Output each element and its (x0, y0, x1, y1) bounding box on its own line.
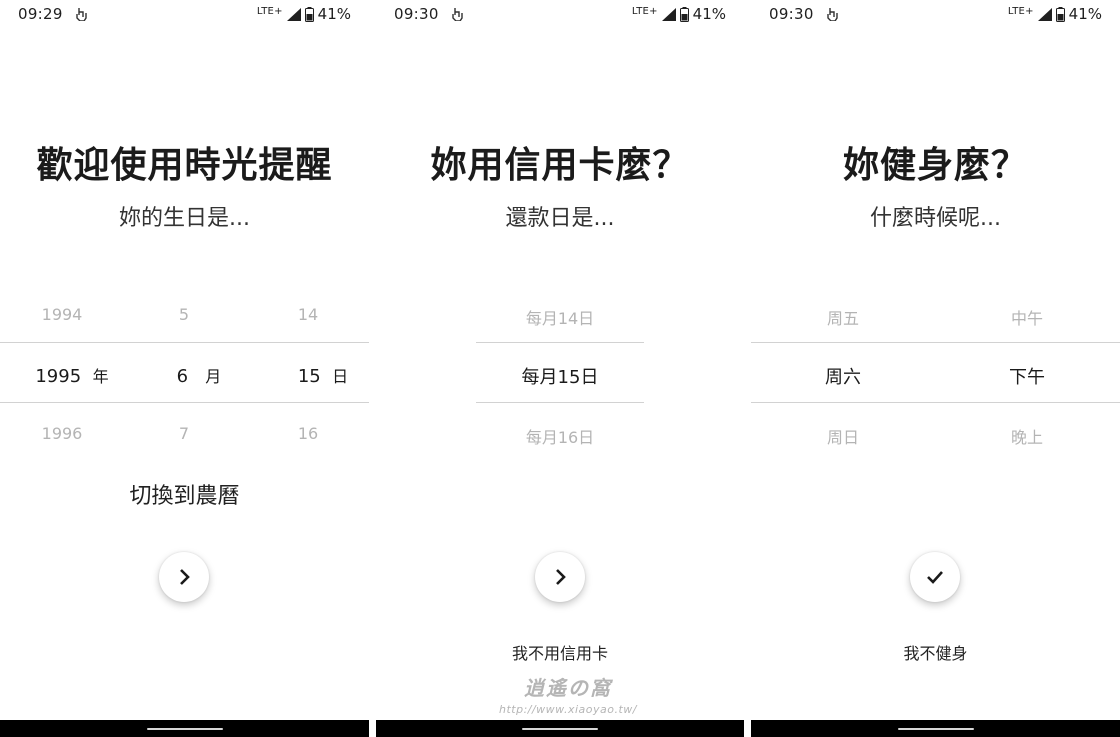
picker-option[interactable]: 晚上 (987, 424, 1067, 448)
picker-selected-period[interactable]: 下午 (987, 363, 1067, 389)
picker-divider-top (476, 342, 644, 343)
next-button[interactable] (159, 552, 209, 602)
skip-fitness-button[interactable]: 我不健身 (751, 640, 1120, 664)
screen-birthday: 09:29 LTE+ 41% 歡迎使用時光提醒 妳的生日是... 1994 19… (0, 0, 369, 737)
confirm-button[interactable] (910, 552, 960, 602)
battery-level: 41% (692, 5, 726, 23)
status-indicators: LTE+ 41% (257, 5, 351, 23)
page-title: 妳健身麼？ (842, 145, 1028, 186)
picker-selected-payment-day[interactable]: 每月15日 (376, 363, 744, 389)
status-bar: 09:30 LTE+ 41% (751, 0, 1120, 28)
picker-option[interactable]: 7 (164, 424, 204, 443)
network-type: LTE+ (631, 5, 658, 17)
battery-icon (304, 6, 314, 22)
page-subtitle: 什麼時候呢... (870, 206, 1001, 231)
picker-option[interactable]: 周五 (803, 305, 883, 329)
chevron-right-icon (556, 569, 566, 585)
page-subtitle: 妳的生日是... (119, 206, 250, 231)
signal-icon (1037, 7, 1052, 21)
status-time: 09:30 (394, 5, 439, 23)
status-time: 09:30 (769, 5, 814, 23)
touch-icon (827, 8, 838, 21)
home-pill[interactable] (146, 728, 223, 730)
picker-option[interactable]: 周日 (803, 424, 883, 448)
status-indicators: LTE+ 41% (1008, 5, 1102, 23)
picker-selected-day[interactable]: 15 日 (288, 363, 358, 387)
page-subtitle: 還款日是... (505, 206, 615, 231)
status-bar: 09:29 LTE+ 41% (0, 0, 369, 28)
status-bar: 09:30 LTE+ 41% (376, 0, 744, 28)
check-icon (927, 571, 943, 584)
picker-option[interactable]: 每月14日 (376, 305, 744, 329)
picker-option[interactable]: 5 (164, 305, 204, 324)
home-pill[interactable] (522, 728, 598, 730)
network-type: LTE+ (1007, 5, 1034, 17)
watermark: 逍遙の窩 http://www.xiaoyao.tw/ (478, 672, 658, 720)
picker-divider-bottom (0, 402, 369, 403)
battery-level: 41% (1068, 5, 1102, 23)
next-button[interactable] (535, 552, 585, 602)
picker-option[interactable]: 每月16日 (376, 424, 744, 448)
picker-option[interactable]: 1996 (22, 424, 102, 443)
picker-option[interactable]: 1994 (22, 305, 102, 324)
picker-option[interactable]: 中午 (987, 305, 1067, 329)
signal-icon (661, 7, 676, 21)
picker-selected-month[interactable]: 6 月 (164, 363, 234, 387)
picker-divider-bottom (751, 402, 1120, 403)
system-nav-bar (0, 720, 369, 737)
screen-credit-card: 09:30 LTE+ 41% 妳用信用卡麼？ 還款日是... 每月14日 每月1… (376, 0, 744, 737)
picker-divider-bottom (476, 402, 644, 403)
page-title: 歡迎使用時光提醒 (36, 145, 333, 186)
picker-selected-year[interactable]: 1995 年 (22, 363, 122, 387)
picker-divider-top (751, 342, 1120, 343)
status-time: 09:29 (18, 5, 63, 23)
touch-icon (452, 8, 463, 21)
picker-option[interactable]: 16 (288, 424, 328, 443)
battery-level: 41% (317, 5, 351, 23)
skip-credit-card-button[interactable]: 我不用信用卡 (376, 640, 744, 664)
status-indicators: LTE+ 41% (632, 5, 726, 23)
system-nav-bar (751, 720, 1120, 737)
picker-option[interactable]: 14 (288, 305, 328, 324)
network-type: LTE+ (256, 5, 283, 17)
screen-fitness: 09:30 LTE+ 41% 妳健身麼？ 什麼時候呢... 周五 周六 周日 中… (751, 0, 1120, 737)
page-title: 妳用信用卡麼？ (430, 145, 690, 186)
watermark-url: http://www.xiaoyao.tw/ (498, 703, 637, 716)
home-pill[interactable] (897, 728, 974, 730)
picker-selected-weekday[interactable]: 周六 (803, 363, 883, 389)
picker-divider-top (0, 342, 369, 343)
system-nav-bar (376, 720, 744, 737)
battery-icon (1055, 6, 1065, 22)
watermark-logo: 逍遙の窩 (524, 676, 612, 700)
chevron-right-icon (180, 569, 190, 585)
battery-icon (679, 6, 689, 22)
touch-icon (76, 8, 87, 21)
signal-icon (286, 7, 301, 21)
switch-lunar-calendar-button[interactable]: 切換到農曆 (0, 478, 369, 510)
